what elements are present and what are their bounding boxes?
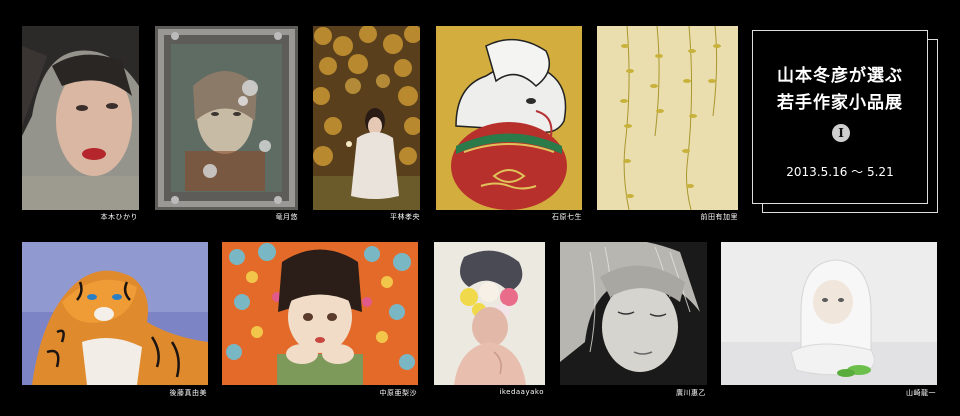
exhibition-title-line1: 山本冬彦が選ぶ: [777, 66, 903, 86]
artist-caption: 廣川惠乙: [676, 389, 706, 397]
artwork-woman-metal-frame: [155, 26, 298, 210]
artwork-tiger: [22, 242, 208, 385]
artwork-woman-closed-eyes: [560, 242, 707, 385]
artist-caption: 中原亜梨沙: [379, 389, 417, 397]
artist-caption: 石原七生: [552, 213, 582, 221]
artist-caption: 竜月悠: [275, 213, 298, 221]
artwork-boy-flower-crown: [434, 242, 545, 385]
artwork-white-elephant: [436, 26, 582, 210]
artist-caption: 本木ひかり: [100, 213, 138, 221]
artwork-kneeling-girl: [313, 26, 420, 210]
artist-caption: 山崎龍一: [906, 389, 936, 397]
artist-caption: 前田有加里: [700, 213, 738, 221]
exhibition-title-panel: 山本冬彦が選ぶ 若手作家小品展 Ⅰ 2013.5.16 ～ 5.21: [752, 30, 928, 204]
artwork-willow-branches: [597, 26, 738, 210]
artist-caption: ikedaayako: [499, 388, 544, 396]
exhibition-dates: 2013.5.16 ～ 5.21: [786, 165, 894, 179]
artwork-portrait-girl: [22, 26, 139, 210]
artwork-girl-with-flowers: [222, 242, 418, 385]
artwork-white-hooded-figure: [721, 242, 937, 385]
volume-badge: Ⅰ: [832, 124, 850, 142]
exhibition-title-line2: 若手作家小品展: [777, 93, 903, 113]
artist-caption: 後藤真由美: [169, 389, 207, 397]
artist-caption: 平林孝央: [390, 213, 420, 221]
